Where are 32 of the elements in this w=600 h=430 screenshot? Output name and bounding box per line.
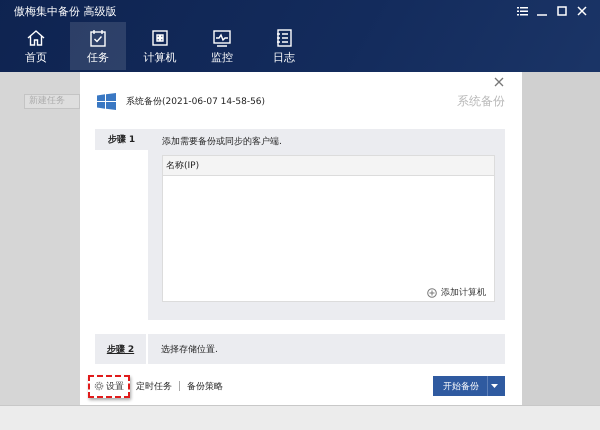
nav-tab[interactable]: 首页 [8, 22, 64, 70]
dialog-title: 系统备份(2021-06-07 14-58-56) [126, 96, 266, 108]
step-description: 选择存储位置. [160, 344, 218, 356]
settings-icon [94, 381, 104, 391]
plus-circle-icon [427, 288, 437, 298]
caret-icon [487, 376, 501, 396]
column-header: 名称(IP) [163, 156, 494, 176]
windows-logo-icon [97, 92, 116, 110]
footer-link[interactable]: 定时任务 [136, 380, 172, 392]
settings-link[interactable]: 设置 [88, 374, 130, 398]
monitor-graph-icon [212, 28, 232, 48]
step-description: 添加需要备份或同步的客户端. [162, 136, 283, 148]
clipboard-check-icon [88, 28, 108, 48]
nav-tab[interactable]: 计算机 [132, 22, 188, 70]
nav-tab[interactable]: 日志 [256, 22, 312, 70]
menu-icon [516, 6, 528, 16]
step-label: 步骤 2 [95, 334, 148, 364]
notebook-icon [274, 28, 294, 48]
windows-icon [150, 28, 170, 48]
window-title: 傲梅集中备份 高级版 [14, 4, 118, 18]
maximize-icon [557, 6, 567, 16]
step-label: 步骤 1 [95, 129, 148, 150]
add-computer-link[interactable]: 添加计算机 [427, 286, 486, 299]
nav-tab[interactable]: 监控 [194, 22, 250, 70]
backup-type-label: 系统备份 [457, 92, 505, 110]
close-icon [493, 76, 505, 88]
footer-link[interactable]: 备份策略 [187, 380, 223, 392]
start-backup-button[interactable]: 开始备份 [433, 376, 505, 396]
nav-tab[interactable]: 任务 [70, 22, 126, 70]
minimize-icon [537, 14, 547, 16]
close-icon [577, 6, 587, 16]
home-icon [26, 28, 46, 48]
